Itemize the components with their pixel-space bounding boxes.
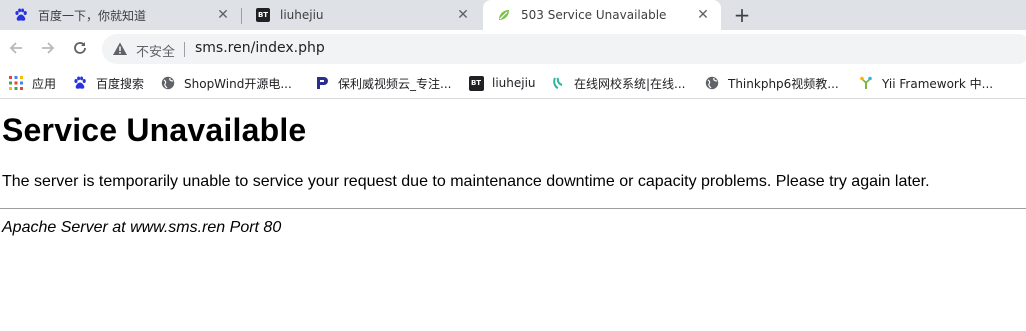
bookmark-shopwind[interactable]: ShopWind开源电... bbox=[160, 73, 292, 93]
bookmark-label: ShopWind开源电... bbox=[184, 76, 292, 91]
tab-close-icon[interactable]: ✕ bbox=[695, 7, 711, 23]
globe-icon bbox=[704, 75, 720, 91]
globe-icon bbox=[160, 75, 176, 91]
edu-icon bbox=[550, 75, 566, 91]
tab-liuhejiu[interactable]: BT liuhejiu ✕ bbox=[242, 0, 481, 30]
bookmark-label: 在线网校系统|在线... bbox=[574, 76, 686, 91]
reload-icon bbox=[74, 42, 86, 54]
forward-arrow-icon bbox=[42, 42, 55, 54]
bookmark-label: 保利威视频云_专注... bbox=[338, 76, 452, 91]
tab-title: 503 Service Unavailable bbox=[521, 8, 667, 22]
browser-toolbar: 不安全 sms.ren/index.php bbox=[0, 30, 1026, 67]
address-divider bbox=[184, 42, 185, 57]
baidu-paw-icon bbox=[14, 8, 28, 22]
bookmark-label: Yii Framework 中... bbox=[882, 76, 994, 91]
back-button[interactable] bbox=[5, 37, 27, 59]
bookmarks-bar: 应用 百度搜索 ShopWind开源电... 保利威视频云_专注... BT l… bbox=[0, 67, 1026, 99]
tab-strip: 百度一下，你就知道 ✕ BT liuhejiu ✕ 503 Service Un… bbox=[0, 0, 1026, 30]
leaf-icon bbox=[497, 8, 511, 22]
back-arrow-icon bbox=[9, 42, 22, 54]
page-content: Service Unavailable The server is tempor… bbox=[0, 100, 1026, 331]
tab-close-icon[interactable]: ✕ bbox=[215, 7, 231, 23]
page-title: Service Unavailable bbox=[2, 112, 307, 148]
reload-button[interactable] bbox=[69, 37, 91, 59]
tab-title: 百度一下，你就知道 bbox=[38, 8, 147, 23]
new-tab-button[interactable]: + bbox=[730, 3, 754, 27]
bookmark-baidu-search[interactable]: 百度搜索 bbox=[72, 73, 144, 93]
bookmark-polyv[interactable]: 保利威视频云_专注... bbox=[314, 73, 451, 93]
divider bbox=[0, 208, 1026, 209]
tab-503-active[interactable]: 503 Service Unavailable ✕ bbox=[483, 0, 721, 30]
forward-button[interactable] bbox=[37, 37, 59, 59]
bookmark-label: 应用 bbox=[32, 76, 57, 91]
server-signature: Apache Server at www.sms.ren Port 80 bbox=[2, 219, 282, 236]
url-text[interactable]: sms.ren/index.php bbox=[195, 40, 325, 56]
yii-icon bbox=[858, 75, 874, 91]
bookmark-label: Thinkphp6视频教... bbox=[728, 76, 839, 91]
bt-icon: BT bbox=[468, 75, 484, 91]
bookmark-label: liuhejiu bbox=[492, 76, 536, 90]
bookmark-apps[interactable]: 应用 bbox=[8, 73, 56, 93]
tab-title: liuhejiu bbox=[280, 8, 324, 22]
address-bar[interactable]: 不安全 sms.ren/index.php bbox=[102, 34, 1026, 64]
warning-triangle-icon[interactable] bbox=[112, 41, 128, 61]
polyv-icon bbox=[314, 75, 330, 91]
tab-close-icon[interactable]: ✕ bbox=[455, 7, 471, 23]
apps-grid-icon bbox=[8, 75, 24, 91]
bookmark-thinkphp6[interactable]: Thinkphp6视频教... bbox=[704, 73, 839, 93]
bookmark-liuhejiu[interactable]: BT liuhejiu bbox=[468, 73, 536, 93]
bookmark-label: 百度搜索 bbox=[96, 76, 145, 91]
error-message: The server is temporarily unable to serv… bbox=[2, 173, 930, 190]
bookmark-yii[interactable]: Yii Framework 中... bbox=[858, 73, 993, 93]
bookmark-online-school[interactable]: 在线网校系统|在线... bbox=[550, 73, 686, 93]
tab-baidu[interactable]: 百度一下，你就知道 ✕ bbox=[0, 0, 241, 30]
baidu-paw-icon bbox=[72, 75, 88, 91]
bt-icon: BT bbox=[256, 8, 270, 22]
security-status-label[interactable]: 不安全 bbox=[136, 41, 175, 60]
